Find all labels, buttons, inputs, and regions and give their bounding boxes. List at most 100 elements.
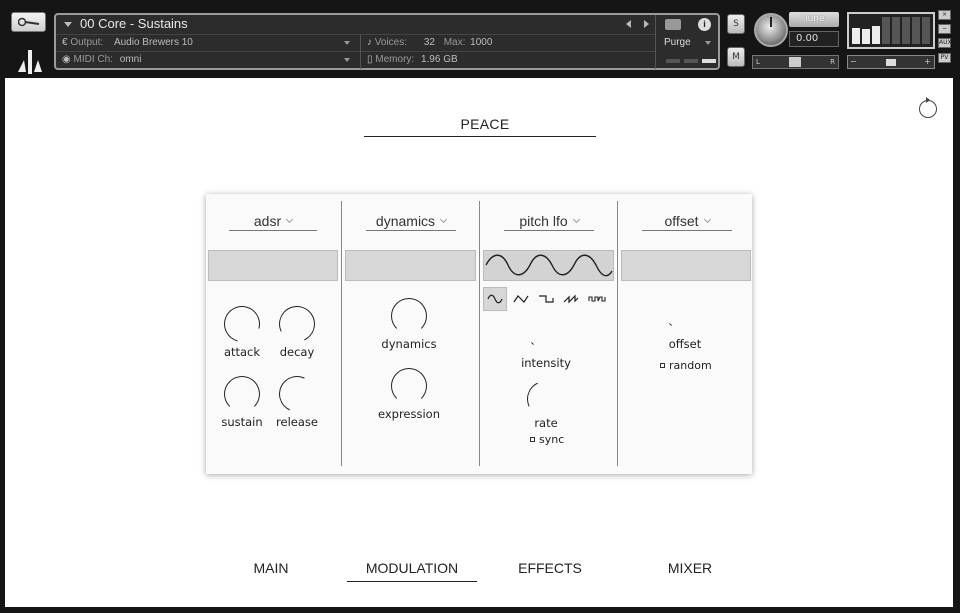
attack-knob[interactable] bbox=[217, 299, 267, 349]
expression-knob[interactable] bbox=[391, 368, 427, 404]
wrench-icon bbox=[17, 17, 39, 27]
header-divider bbox=[56, 34, 656, 35]
max-label: Max: bbox=[443, 37, 466, 48]
offset-dropdown[interactable]: offset bbox=[642, 213, 732, 231]
tab-main[interactable]: MAIN bbox=[206, 560, 336, 576]
collapse-arrow-icon[interactable] bbox=[64, 22, 72, 27]
aux-button[interactable]: AUX bbox=[938, 38, 952, 48]
wave-saw-button[interactable] bbox=[559, 287, 583, 311]
offset-knob[interactable] bbox=[669, 323, 672, 326]
random-checkbox[interactable] bbox=[660, 363, 665, 368]
expression-label: expression bbox=[377, 407, 441, 421]
next-instrument-icon[interactable] bbox=[644, 20, 649, 28]
voices-value: 32 bbox=[423, 37, 435, 48]
solo-button[interactable]: S bbox=[727, 14, 745, 34]
intensity-knob[interactable] bbox=[531, 342, 534, 345]
volume-handle[interactable] bbox=[886, 59, 896, 66]
pan-handle[interactable] bbox=[789, 57, 801, 67]
adsr-dropdown-label: adsr bbox=[253, 213, 282, 229]
memory-label: Memory: bbox=[375, 54, 415, 65]
volume-minus-icon: − bbox=[850, 57, 857, 66]
tab-modulation[interactable]: MODULATION bbox=[347, 560, 477, 576]
release-knob[interactable] bbox=[273, 370, 321, 418]
sync-checkbox[interactable] bbox=[530, 437, 535, 442]
midi-icon: ◉ bbox=[62, 54, 74, 65]
main-panel: PEACE adsr attack decay sustain release … bbox=[5, 78, 953, 607]
dynamics-dropdown[interactable]: dynamics bbox=[366, 213, 456, 231]
pan-slider[interactable]: L R bbox=[752, 55, 839, 69]
adsr-dropdown[interactable]: adsr bbox=[229, 213, 317, 231]
tune-value[interactable]: 0.00 bbox=[789, 31, 839, 47]
voices-label: Voices: bbox=[374, 37, 408, 48]
column-divider bbox=[617, 201, 618, 466]
sustain-knob[interactable] bbox=[224, 376, 260, 412]
decay-label: decay bbox=[279, 345, 315, 359]
header-divider bbox=[360, 35, 361, 69]
column-divider bbox=[479, 201, 480, 466]
chevron-down-icon bbox=[572, 215, 580, 224]
sync-label: sync bbox=[539, 433, 565, 446]
output-value[interactable]: Audio Brewers 10 bbox=[114, 37, 193, 48]
adsr-display bbox=[208, 250, 338, 281]
wave-sine-button[interactable] bbox=[483, 287, 507, 311]
dynamics-knob[interactable] bbox=[391, 298, 427, 334]
reset-icon[interactable] bbox=[919, 97, 937, 118]
volume-slider[interactable]: − + bbox=[847, 55, 935, 69]
chevron-down-icon bbox=[440, 215, 448, 224]
pitch-lfo-dropdown-label: pitch lfo bbox=[519, 213, 568, 229]
midi-label: MIDI Ch: bbox=[73, 54, 113, 65]
prev-instrument-icon[interactable] bbox=[626, 20, 631, 28]
info-icon[interactable]: i bbox=[698, 18, 711, 31]
tab-mixer[interactable]: MIXER bbox=[625, 560, 755, 576]
midi-dropdown-icon[interactable] bbox=[344, 58, 350, 62]
preset-name[interactable]: PEACE bbox=[369, 116, 601, 132]
random-wave-icon bbox=[588, 296, 606, 302]
rate-label: rate bbox=[534, 416, 558, 430]
chevron-down-icon bbox=[703, 215, 711, 224]
memory-value: 1.96 GB bbox=[420, 54, 458, 65]
instrument-name[interactable]: 00 Core - Sustains bbox=[80, 16, 188, 31]
pitch-lfo-dropdown[interactable]: pitch lfo bbox=[504, 213, 594, 231]
purge-dropdown-icon[interactable] bbox=[705, 41, 711, 45]
saw-wave-icon bbox=[563, 294, 579, 304]
sine-wave-icon bbox=[487, 294, 503, 304]
led-indicator bbox=[702, 59, 716, 63]
tab-effects[interactable]: EFFECTS bbox=[485, 560, 615, 576]
tune-label: Tune bbox=[789, 12, 839, 27]
pv-button[interactable]: PV bbox=[938, 53, 951, 63]
midi-value[interactable]: omni bbox=[120, 54, 142, 65]
purge-button[interactable]: Purge bbox=[664, 37, 691, 48]
volume-plus-icon: + bbox=[924, 57, 931, 66]
header-divider bbox=[655, 15, 656, 69]
triangle-wave-icon bbox=[513, 295, 529, 303]
tune-knob[interactable] bbox=[754, 13, 788, 47]
midi-row[interactable]: ◉ MIDI Ch: omni bbox=[62, 54, 141, 65]
dynamics-dropdown-label: dynamics bbox=[375, 213, 436, 229]
output-dropdown-icon[interactable] bbox=[344, 41, 350, 45]
wrench-button[interactable] bbox=[11, 12, 46, 32]
column-divider bbox=[341, 201, 342, 466]
release-label: release bbox=[276, 415, 318, 429]
kontakt-frame: 00 Core - Sustains i € Output: Audio Bre… bbox=[0, 0, 960, 613]
wave-random-button[interactable] bbox=[585, 287, 609, 311]
camera-icon[interactable] bbox=[665, 19, 681, 30]
decay-knob[interactable] bbox=[273, 300, 321, 348]
voices-row: ♪ Voices: 32 Max: 1000 bbox=[367, 37, 492, 48]
pan-left-label: L bbox=[756, 58, 760, 66]
offset-display bbox=[621, 250, 751, 281]
wave-triangle-button[interactable] bbox=[509, 287, 533, 311]
dynamics-label: dynamics bbox=[381, 337, 437, 351]
mute-button[interactable]: M bbox=[727, 47, 745, 67]
lfo-waveform-display bbox=[483, 250, 614, 281]
output-row[interactable]: € Output: Audio Brewers 10 bbox=[62, 37, 193, 48]
level-meter bbox=[847, 12, 935, 49]
wave-square-button[interactable] bbox=[534, 287, 558, 311]
preset-underline bbox=[364, 136, 596, 137]
max-value[interactable]: 1000 bbox=[470, 37, 492, 48]
offset-label: offset bbox=[668, 337, 702, 351]
led-indicator bbox=[666, 59, 680, 63]
close-button[interactable]: × bbox=[938, 10, 951, 20]
minimize-button[interactable]: − bbox=[938, 24, 951, 34]
dynamics-display bbox=[345, 250, 476, 281]
brand-logo-icon bbox=[18, 50, 42, 74]
